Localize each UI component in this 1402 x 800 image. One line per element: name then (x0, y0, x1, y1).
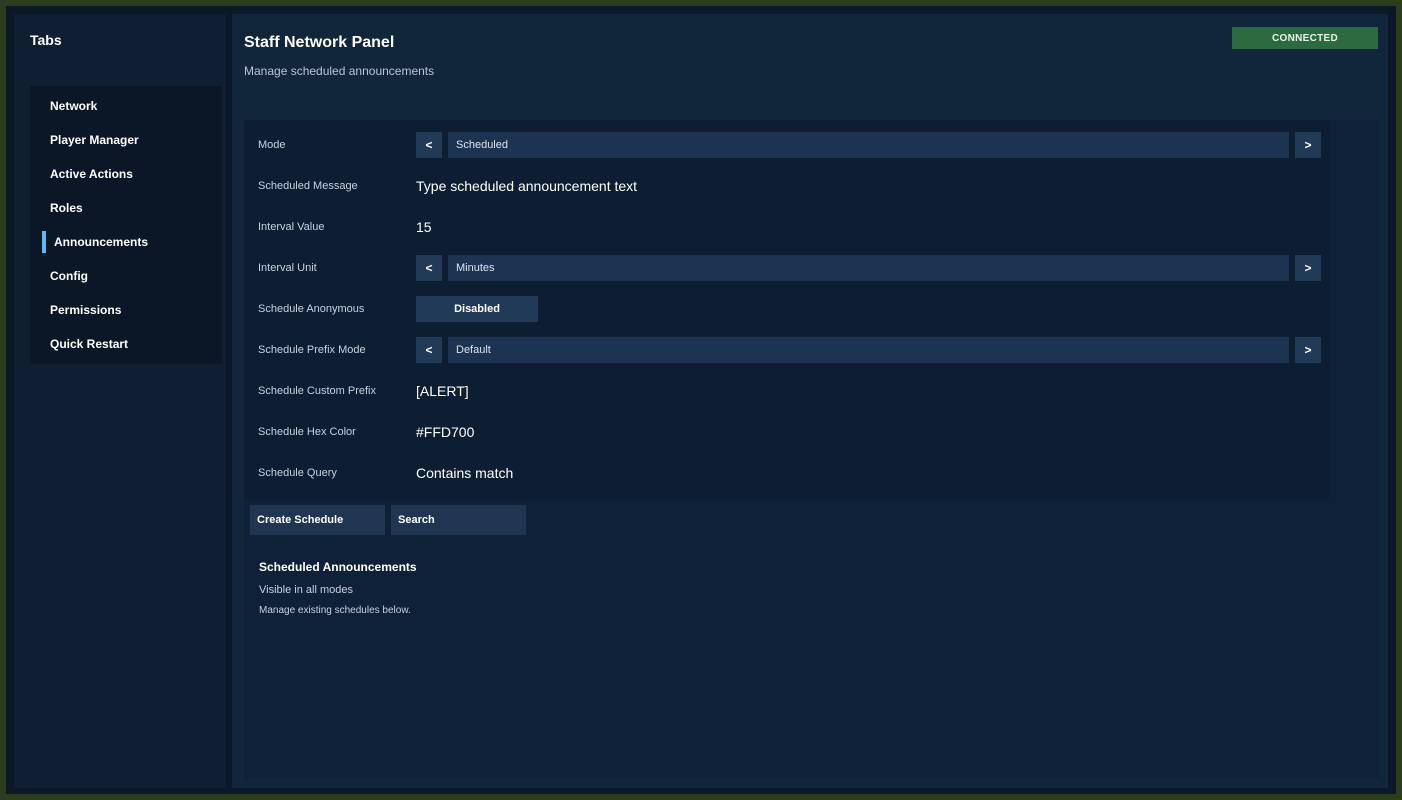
message-input[interactable]: Type scheduled announcement text (416, 165, 637, 206)
query-row: Schedule Query Contains match (244, 452, 1329, 493)
tab-list: Network Player Manager Active Actions Ro… (30, 86, 222, 364)
interval-unit-next-button[interactable]: > (1295, 255, 1321, 281)
custom-prefix-input[interactable]: [ALERT] (416, 370, 469, 411)
schedule-form: Mode < Scheduled > Scheduled Message Typ… (244, 120, 1329, 500)
anonymous-toggle[interactable]: Disabled (416, 296, 538, 322)
tab-label: Active Actions (50, 167, 133, 181)
section-title: Scheduled Announcements (259, 560, 417, 574)
prefix-mode-row: Schedule Prefix Mode < Default > (244, 329, 1329, 370)
status-badge: CONNECTED (1232, 27, 1378, 49)
tab-network[interactable]: Network (30, 92, 222, 120)
sidebar: Tabs Network Player Manager Active Actio… (14, 14, 226, 788)
create-schedule-button[interactable]: Create Schedule (250, 505, 385, 535)
mode-label: Mode (258, 138, 286, 151)
anonymous-row: Schedule Anonymous Disabled (244, 288, 1329, 329)
hex-color-input[interactable]: #FFD700 (416, 411, 474, 452)
tab-label: Quick Restart (50, 337, 129, 351)
page-title: Staff Network Panel (244, 34, 395, 51)
mode-prev-button[interactable]: < (416, 132, 442, 158)
interval-value-row: Interval Value 15 (244, 206, 1329, 247)
query-label: Schedule Query (258, 466, 337, 479)
scheduled-announcements-section: Scheduled Announcements Visible in all m… (244, 546, 1329, 778)
active-tab-indicator (42, 231, 46, 253)
page-subtitle: Manage scheduled announcements (244, 64, 435, 78)
prefix-mode-value: Default (448, 337, 1289, 363)
tab-permissions[interactable]: Permissions (30, 296, 222, 324)
tab-label: Config (50, 269, 88, 283)
tab-config[interactable]: Config (30, 262, 222, 290)
tab-label: Announcements (54, 235, 149, 249)
interval-unit-label: Interval Unit (258, 261, 317, 274)
hex-color-label: Schedule Hex Color (258, 425, 356, 438)
anonymous-label: Schedule Anonymous (258, 302, 365, 315)
content-area: Mode < Scheduled > Scheduled Message Typ… (244, 120, 1379, 778)
main-panel: Staff Network Panel Manage scheduled ann… (232, 14, 1388, 788)
custom-prefix-row: Schedule Custom Prefix [ALERT] (244, 370, 1329, 411)
message-label: Scheduled Message (258, 179, 358, 192)
interval-unit-value: Minutes (448, 255, 1289, 281)
tab-active-actions[interactable]: Active Actions (30, 160, 222, 188)
hex-color-row: Schedule Hex Color #FFD700 (244, 411, 1329, 452)
tab-announcements[interactable]: Announcements (30, 228, 222, 256)
prefix-mode-next-button[interactable]: > (1295, 337, 1321, 363)
mode-next-button[interactable]: > (1295, 132, 1321, 158)
sidebar-title: Tabs (30, 32, 62, 48)
message-row: Scheduled Message Type scheduled announc… (244, 165, 1329, 206)
interval-unit-row: Interval Unit < Minutes > (244, 247, 1329, 288)
tab-label: Roles (50, 201, 83, 215)
prefix-mode-label: Schedule Prefix Mode (258, 343, 366, 356)
tab-roles[interactable]: Roles (30, 194, 222, 222)
custom-prefix-label: Schedule Custom Prefix (258, 384, 376, 397)
query-input[interactable]: Contains match (416, 452, 513, 493)
tab-quick-restart[interactable]: Quick Restart (30, 330, 222, 358)
mode-value: Scheduled (448, 132, 1289, 158)
section-subtitle: Visible in all modes (259, 584, 353, 596)
tab-player-manager[interactable]: Player Manager (30, 126, 222, 154)
prefix-mode-prev-button[interactable]: < (416, 337, 442, 363)
tab-label: Permissions (50, 303, 122, 317)
app-window: Tabs Network Player Manager Active Actio… (6, 6, 1396, 794)
interval-value-label: Interval Value (258, 220, 325, 233)
section-note: Manage existing schedules below. (259, 605, 411, 616)
interval-unit-prev-button[interactable]: < (416, 255, 442, 281)
mode-row: Mode < Scheduled > (244, 124, 1329, 165)
tab-label: Player Manager (50, 133, 139, 147)
interval-value-input[interactable]: 15 (416, 206, 432, 247)
tab-label: Network (50, 99, 98, 113)
search-button[interactable]: Search (391, 505, 526, 535)
